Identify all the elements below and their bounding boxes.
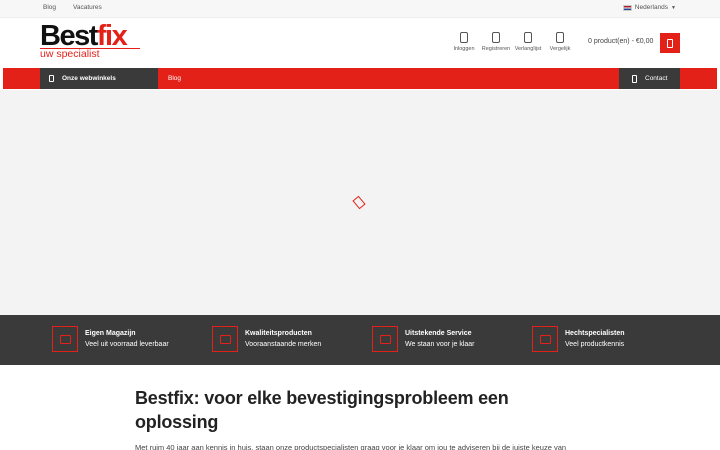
- compare-icon: [556, 32, 564, 43]
- heart-icon: [524, 32, 532, 43]
- bestfix-logo[interactable]: Bestfix uw specialist: [40, 20, 144, 62]
- shopping-bag-icon: [667, 38, 673, 48]
- nav-webshops-menu[interactable]: Onze webwinkels: [40, 68, 158, 89]
- language-label: Nederlands: [634, 4, 669, 11]
- loading-spinner-icon: [352, 195, 366, 210]
- language-selector[interactable]: Nederlands ▼: [622, 4, 676, 11]
- register-link[interactable]: Registreren: [480, 32, 512, 52]
- box-icon: [532, 326, 558, 352]
- intro-paragraph: Met ruim 40 jaar aan kennis in huis, sta…: [135, 443, 567, 450]
- netherlands-flag-icon: [622, 4, 632, 11]
- intro-section: Bestfix: voor elke bevestigingsprobleem …: [135, 386, 585, 450]
- top-bar: Blog Vacatures Nederlands ▼: [0, 0, 720, 18]
- wishlist-link[interactable]: Verlanglijst: [512, 32, 544, 52]
- usp-bar: Eigen Magazijn Veel uit voorraad leverba…: [0, 315, 720, 365]
- site-header: Bestfix uw specialist Inloggen Registrer…: [0, 18, 720, 68]
- nav-webshops-label: Onze webwinkels: [62, 75, 116, 82]
- usp-item: Eigen Magazijn Veel uit voorraad leverba…: [52, 326, 169, 352]
- register-icon: [492, 32, 500, 43]
- logo-tagline: uw specialist: [40, 48, 100, 60]
- nav-blog-link[interactable]: Blog: [168, 75, 181, 82]
- topbar-link-blog[interactable]: Blog: [43, 4, 56, 11]
- nav-contact-button[interactable]: Contact: [619, 68, 680, 89]
- quality-icon: [212, 326, 238, 352]
- hero-slider: [0, 90, 720, 315]
- caret-down-icon: ▼: [671, 4, 676, 11]
- login-link[interactable]: Inloggen: [448, 32, 480, 52]
- cart-summary[interactable]: 0 product(en) - €0,00: [588, 38, 653, 45]
- truck-icon: [52, 326, 78, 352]
- user-icon: [460, 32, 468, 43]
- menu-icon: [49, 75, 54, 82]
- topbar-link-vacatures[interactable]: Vacatures: [73, 4, 102, 11]
- cart-button[interactable]: [660, 33, 680, 53]
- usp-item: Uitstekende Service We staan voor je kla…: [372, 326, 475, 352]
- compare-link[interactable]: Vergelijk: [544, 32, 576, 52]
- usp-item: Hechtspecialisten Veel productkennis: [532, 326, 625, 352]
- account-links: Inloggen Registreren Verlanglijst Vergel…: [448, 32, 576, 52]
- phone-icon: [632, 74, 637, 83]
- main-navigation: Onze webwinkels Blog Contact: [3, 68, 717, 89]
- nav-contact-label: Contact: [645, 75, 668, 82]
- usp-item: Kwaliteitsproducten Vooraanstaande merke…: [212, 326, 321, 352]
- page-heading: Bestfix: voor elke bevestigingsprobleem …: [135, 388, 509, 432]
- service-icon: [372, 326, 398, 352]
